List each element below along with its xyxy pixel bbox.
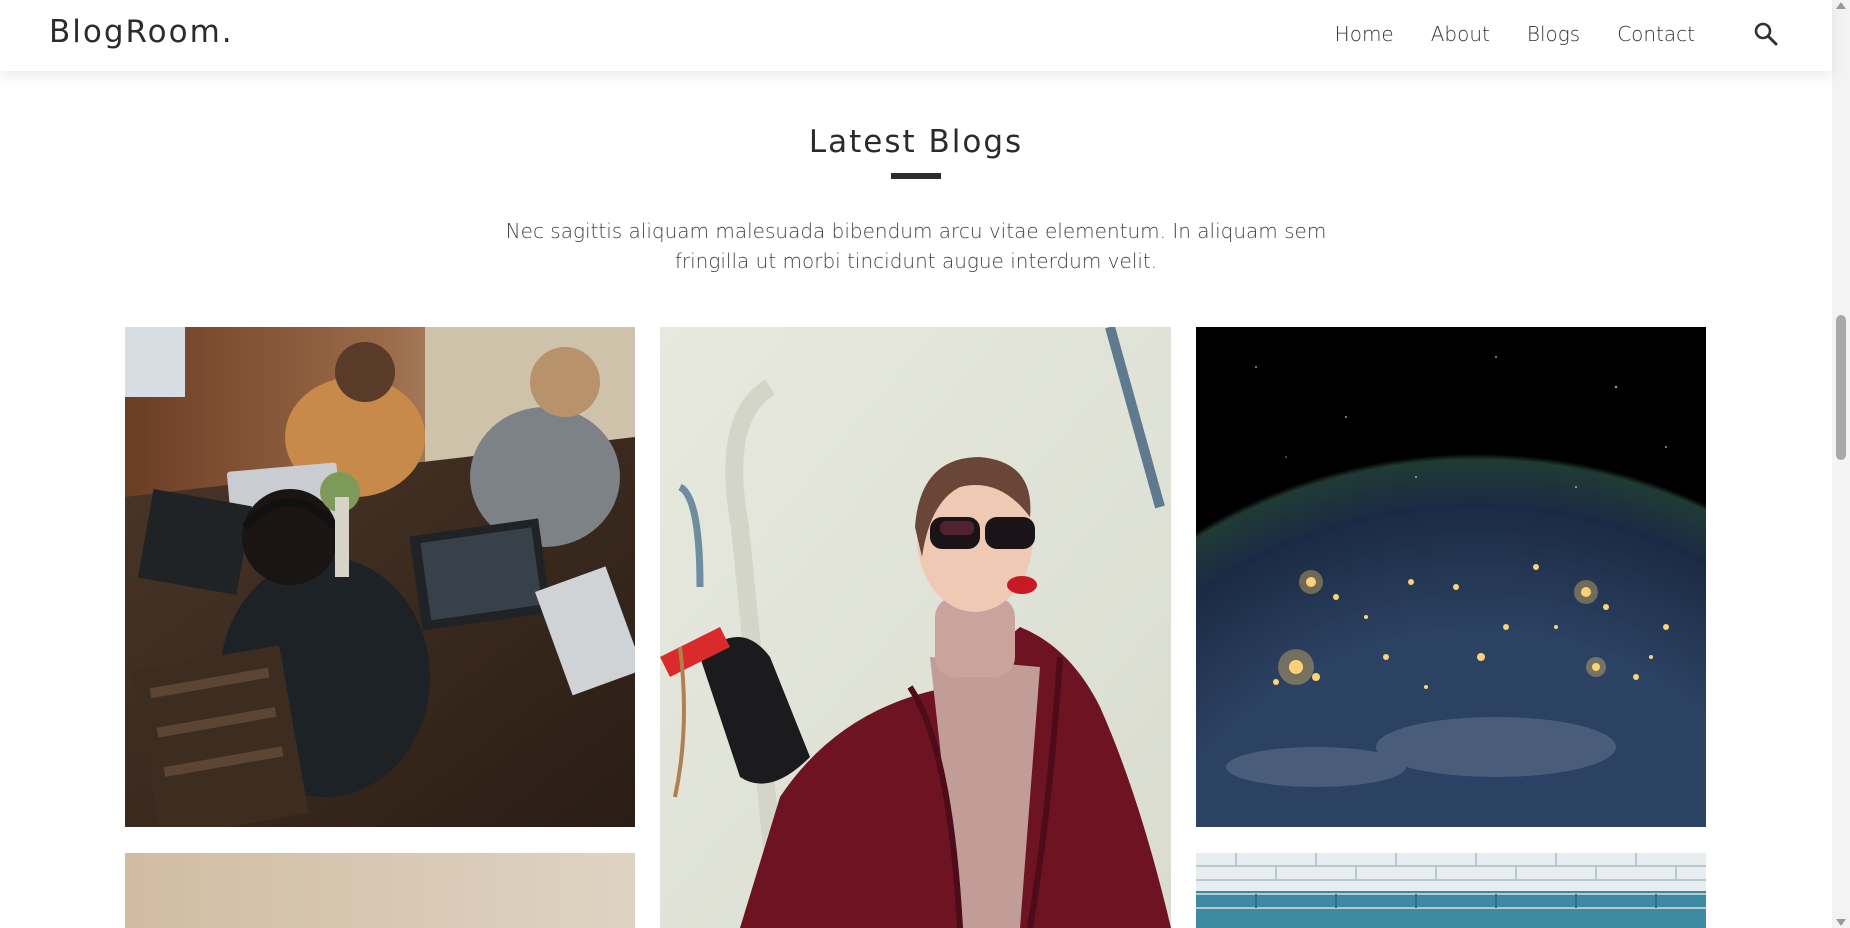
beige-photo xyxy=(125,853,635,928)
nav-contact-link[interactable]: Contact xyxy=(1617,22,1695,46)
site-header: BlogRoom. Home About Blogs Contact xyxy=(0,0,1832,71)
title-underline xyxy=(891,173,941,179)
scroll-up-arrow-icon[interactable] xyxy=(1836,2,1846,9)
page-scrollbar[interactable] xyxy=(1832,0,1850,928)
team-photo xyxy=(125,327,635,827)
section-description: Nec sagittis aliquam malesuada bibendum … xyxy=(505,219,1327,273)
blog-card-fashion[interactable] xyxy=(660,327,1171,928)
main-nav: Home About Blogs Contact xyxy=(1298,22,1695,46)
section-title: Latest Blogs xyxy=(808,124,1024,160)
nav-blogs-link[interactable]: Blogs xyxy=(1527,22,1580,46)
nav-home-link[interactable]: Home xyxy=(1335,22,1394,46)
blog-card-space[interactable] xyxy=(1196,327,1706,827)
brick-photo xyxy=(1196,853,1706,928)
search-icon xyxy=(1754,22,1778,46)
scroll-thumb[interactable] xyxy=(1836,315,1846,460)
blog-card-team[interactable] xyxy=(125,327,635,827)
earth-photo xyxy=(1196,327,1706,827)
blog-card-brick[interactable] xyxy=(1196,853,1706,928)
nav-about-link[interactable]: About xyxy=(1431,22,1490,46)
brand-logo[interactable]: BlogRoom. xyxy=(49,14,234,50)
scroll-down-arrow-icon[interactable] xyxy=(1836,919,1846,926)
blog-card-beige[interactable] xyxy=(125,853,635,928)
search-button[interactable] xyxy=(1752,20,1780,48)
fashion-photo xyxy=(660,327,1171,928)
